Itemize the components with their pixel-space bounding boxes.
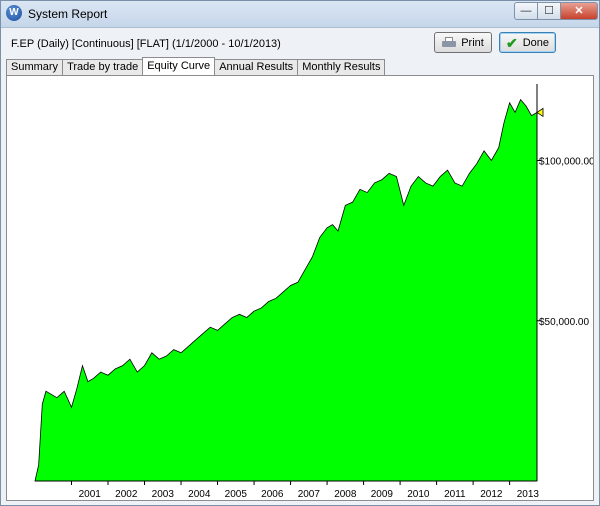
tab-strip: Summary Trade by trade Equity Curve Annu… (6, 57, 386, 75)
done-button[interactable]: ✔ Done (499, 32, 556, 53)
window-title: System Report (28, 7, 108, 21)
print-button-label: Print (461, 36, 484, 49)
app-logo-icon: W (6, 5, 22, 21)
equity-curve-panel: 2001 2002 2003 2004 2005 2006 2007 2008 2009 2010… (6, 75, 594, 501)
done-button-label: Done (522, 36, 550, 49)
equity-area-series (34, 98, 538, 482)
x-tick-label: 2008 (334, 489, 357, 500)
x-tick-label: 2010 (407, 489, 430, 500)
x-tick-label: 2001 (79, 489, 102, 500)
x-tick-label: 2003 (152, 489, 175, 500)
tab-annual-results[interactable]: Annual Results (214, 59, 299, 75)
close-button[interactable]: ✕ (560, 2, 598, 20)
last-value-marker (536, 107, 544, 118)
equity-curve-chart: 2001 2002 2003 2004 2005 2006 2007 2008 2009 2010… (34, 84, 593, 500)
printer-icon (442, 36, 457, 49)
x-tick-label: 2011 (444, 489, 466, 500)
x-tick-label: 2005 (225, 489, 248, 500)
x-tick-label: 2009 (371, 489, 394, 500)
tab-monthly-results[interactable]: Monthly Results (297, 59, 386, 75)
tab-trade-by-trade[interactable]: Trade by trade (62, 59, 144, 75)
x-tick-label: 2007 (298, 489, 321, 500)
x-tick-label: 2013 (517, 489, 540, 500)
x-tick-label: 2004 (188, 489, 211, 500)
x-tick-label: 2006 (261, 489, 284, 500)
minimize-button[interactable]: — (514, 2, 538, 20)
print-button[interactable]: Print (434, 32, 492, 53)
y-tick-label: $100,000.00 (539, 157, 593, 168)
check-icon: ✔ (505, 34, 518, 51)
x-tick-label: 2012 (480, 489, 503, 500)
maximize-button[interactable]: ☐ (537, 2, 561, 20)
tab-summary[interactable]: Summary (6, 59, 64, 75)
report-header: F.EP (Daily) [Continuous] [FLAT] (1/1/20… (11, 38, 281, 50)
system-report-window: W System Report — ☐ ✕ F.EP (Daily) [Cont… (0, 0, 600, 506)
title-bar[interactable]: W System Report — ☐ ✕ (1, 1, 599, 28)
tab-equity-curve[interactable]: Equity Curve (142, 57, 216, 75)
x-tick-label: 2002 (115, 489, 138, 500)
y-tick-label: $50,000.00 (539, 317, 589, 328)
